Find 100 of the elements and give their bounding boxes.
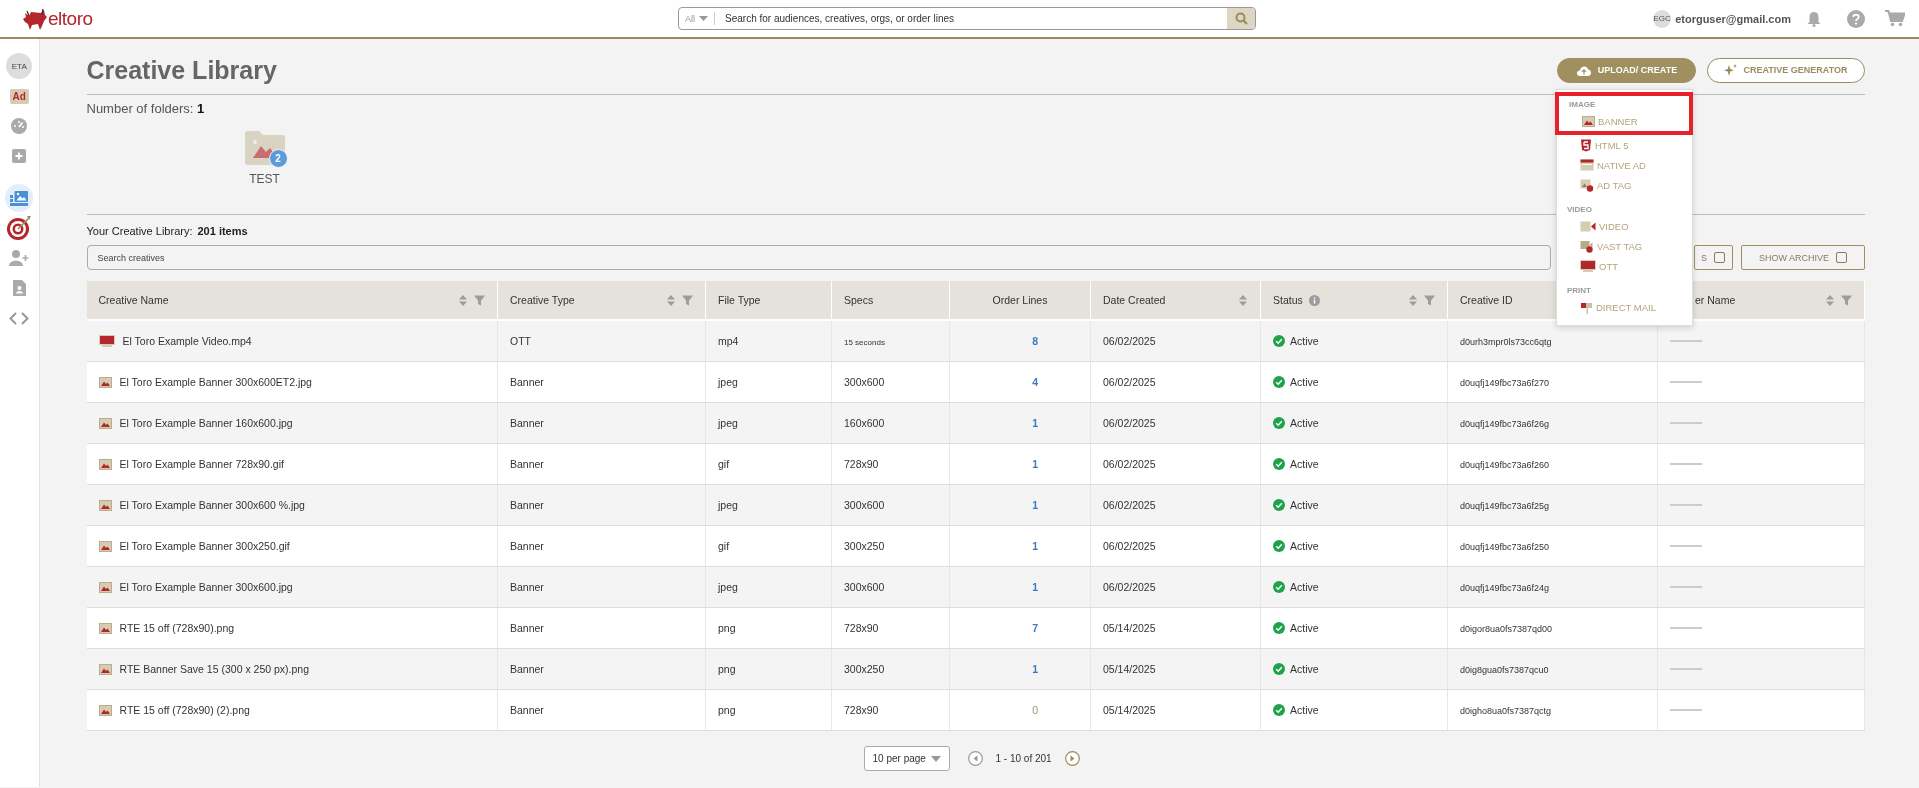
order-lines-link[interactable]: 1	[1032, 581, 1038, 593]
creative-name[interactable]: El Toro Example Video.mp4	[122, 335, 252, 347]
sort-icon[interactable]	[1825, 293, 1835, 307]
creative-id: d0igho8ua0fs7387qctg	[1460, 706, 1552, 716]
gallery-icon[interactable]	[10, 190, 29, 206]
creative-type: Banner	[510, 499, 544, 511]
specs: 728x90	[844, 622, 879, 634]
empty-dash	[1670, 504, 1702, 506]
creative-name[interactable]: El Toro Example Banner 728x90.gif	[119, 458, 284, 470]
creative-id: d0igor8ua0fs7387qd00	[1460, 624, 1553, 634]
creative-name[interactable]: El Toro Example Banner 300x600 %.jpg	[119, 499, 305, 511]
filter-icon[interactable]	[474, 294, 485, 306]
empty-dash	[1670, 586, 1702, 588]
order-lines-link[interactable]: 4	[1032, 376, 1038, 388]
toggle-button[interactable]: SHOW ARCHIVE	[1741, 245, 1865, 270]
page-size-dropdown[interactable]: 10 per page	[863, 746, 950, 771]
menu-item[interactable]: HTML 5	[1557, 135, 1692, 155]
menu-item[interactable]: VAST TAG	[1557, 236, 1692, 256]
menu-item[interactable]: OTT	[1557, 256, 1692, 276]
creative-type: Banner	[510, 417, 544, 429]
next-page-icon[interactable]	[1064, 751, 1080, 766]
folder-icon[interactable]	[244, 131, 285, 165]
menu-item[interactable]: AD TAG	[1557, 175, 1692, 195]
image-icon	[98, 499, 112, 511]
status-label: Active	[1290, 581, 1319, 593]
generator-button[interactable]: CREATIVE GENERATOR	[1707, 57, 1865, 83]
image-icon	[98, 581, 112, 593]
folder-name[interactable]: TEST	[249, 172, 280, 186]
scope-dropdown[interactable]: All	[679, 12, 715, 25]
creative-name[interactable]: RTE Banner Save 15 (300 x 250 px).png	[119, 663, 309, 675]
creative-type: Banner	[510, 704, 544, 716]
search-icon	[1234, 12, 1248, 25]
status-label: Active	[1290, 704, 1319, 716]
empty-dash	[1670, 340, 1702, 342]
sort-icon[interactable]	[458, 293, 468, 307]
creative-name[interactable]: El Toro Example Banner 160x600.jpg	[119, 417, 293, 429]
file-type: jpeg	[718, 417, 738, 429]
ads-icon[interactable]: Ad	[9, 88, 29, 104]
creative-type: Banner	[510, 663, 544, 675]
sort-icon[interactable]	[1408, 293, 1418, 307]
date-created: 05/14/2025	[1103, 704, 1156, 716]
target-icon[interactable]	[6, 215, 33, 241]
order-lines-link[interactable]: 1	[1032, 663, 1038, 675]
order-lines-link[interactable]: 1	[1032, 540, 1038, 552]
filter-icon[interactable]	[1841, 294, 1852, 306]
sort-icon[interactable]	[666, 293, 676, 307]
creative-name[interactable]: El Toro Example Banner 300x250.gif	[119, 540, 290, 552]
column-header: Date Created	[1103, 294, 1166, 306]
column-header: er Name	[1695, 294, 1736, 306]
creative-id: d0uqfj149fbc73a6f260	[1460, 460, 1550, 470]
code-icon[interactable]	[9, 311, 30, 325]
menu-item[interactable]: NATIVE AD	[1557, 155, 1692, 175]
creative-id: d0urh3mpr0ls73cc6qtg	[1460, 337, 1552, 347]
contact-document-icon[interactable]	[12, 280, 26, 296]
help-icon[interactable]	[1847, 9, 1865, 28]
creative-name[interactable]: El Toro Example Banner 300x600ET2.jpg	[119, 376, 312, 388]
upload-create-button[interactable]: UPLOAD/ CREATE	[1557, 57, 1696, 83]
column-header: Order Lines	[992, 294, 1048, 306]
filter-icon[interactable]	[1424, 294, 1435, 306]
search-button[interactable]	[1227, 8, 1255, 29]
user-avatar[interactable]: EGC	[1653, 9, 1672, 28]
user-add-icon[interactable]	[9, 250, 30, 266]
creative-id: d0uqfj149fbc73a6f26g	[1460, 419, 1550, 429]
video-tag-icon	[1580, 239, 1594, 253]
sort-icon[interactable]	[1238, 293, 1248, 307]
order-lines-link[interactable]: 1	[1032, 499, 1038, 511]
creative-type: Banner	[510, 540, 544, 552]
order-lines-link[interactable]: 7	[1032, 622, 1038, 634]
toggle-button[interactable]: S	[1694, 245, 1733, 270]
gauge-icon[interactable]	[11, 118, 28, 134]
plus-icon[interactable]	[12, 149, 27, 163]
search-field[interactable]: Search creatives	[86, 245, 1551, 270]
check-circle-icon	[1273, 376, 1285, 388]
check-circle-icon	[1273, 622, 1285, 634]
file-type: jpeg	[718, 581, 738, 593]
menu-group-label: PRINT	[1566, 285, 1592, 297]
brand-name[interactable]: eltoro	[48, 7, 93, 30]
account-avatar[interactable]: ETA	[6, 53, 33, 79]
order-lines-link[interactable]: 1	[1032, 417, 1038, 429]
order-lines-link[interactable]: 1	[1032, 458, 1038, 470]
creative-name[interactable]: El Toro Example Banner 300x600.jpg	[119, 581, 293, 593]
date-created: 06/02/2025	[1103, 335, 1156, 347]
creative-type: Banner	[510, 622, 544, 634]
column-header: Creative Name	[98, 294, 169, 306]
file-type: jpeg	[718, 376, 738, 388]
user-email[interactable]: etorguser@gmail.com	[1675, 12, 1791, 25]
image-icon	[98, 622, 112, 634]
order-lines-link[interactable]: 8	[1032, 335, 1038, 347]
creative-name[interactable]: RTE 15 off (728x90).png	[119, 622, 235, 634]
date-created: 06/02/2025	[1103, 376, 1156, 388]
global-search-field[interactable]: All Search for audiences, creatives, orgs, or order lines	[678, 7, 1256, 30]
creative-name[interactable]: RTE 15 off (728x90) (2).png	[119, 704, 250, 716]
tv-icon	[1580, 260, 1596, 272]
bell-icon[interactable]	[1807, 10, 1821, 27]
menu-item[interactable]: BANNER	[1559, 111, 1689, 131]
status-label: Active	[1290, 458, 1319, 470]
menu-item[interactable]: DIRECT MAIL	[1557, 297, 1692, 317]
cart-icon[interactable]	[1885, 10, 1905, 27]
filter-icon[interactable]	[682, 294, 693, 306]
menu-item[interactable]: VIDEO	[1557, 216, 1692, 236]
